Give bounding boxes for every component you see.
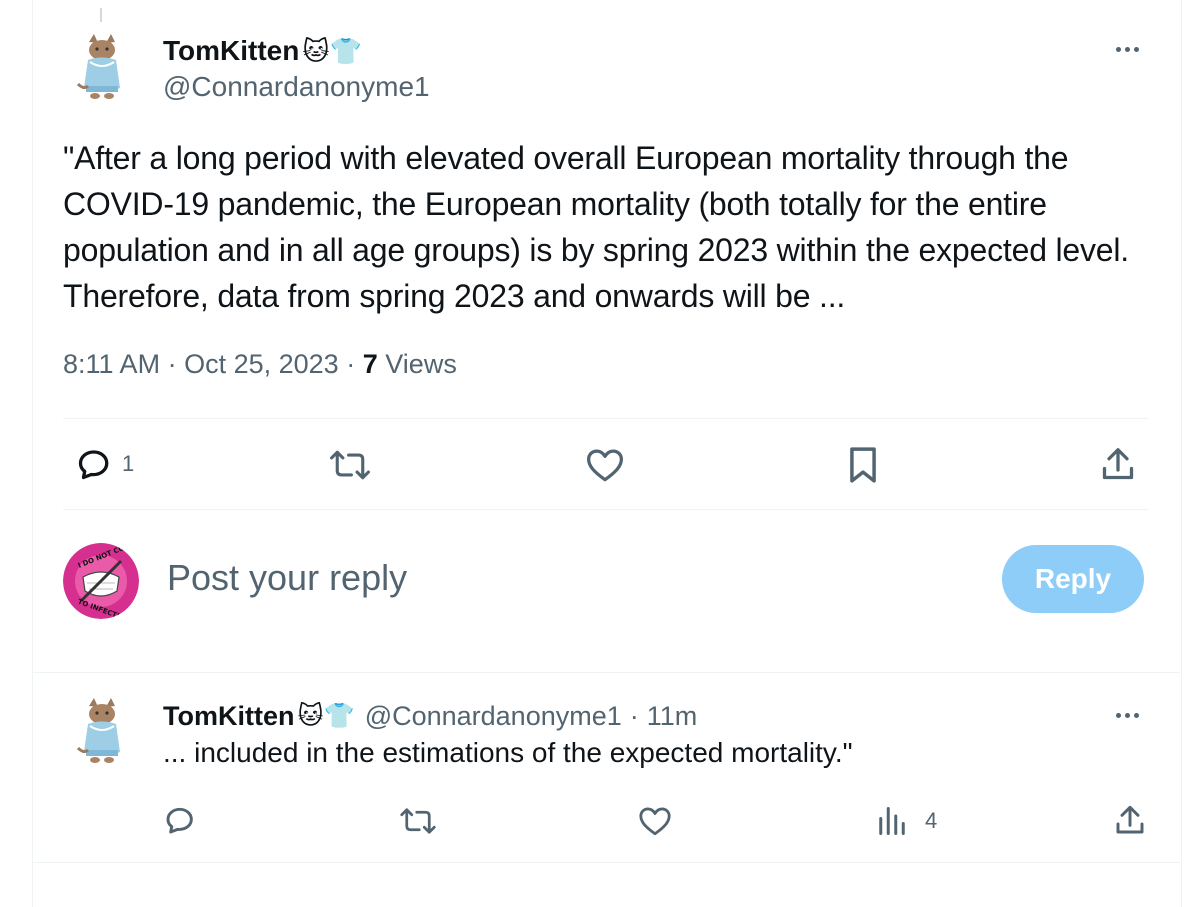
reply-header: TomKitten 🐱👕 @Connardanonyme1 · 11m [163,696,697,736]
author-avatar[interactable] [64,30,140,106]
more-options-button[interactable] [1116,47,1139,52]
thread-connector-line [100,8,102,22]
post-meta: 8:11 AM · Oct 25, 2023 · 7 Views [63,349,457,380]
reply-text: ... included in the estimations of the e… [163,737,853,768]
current-user-avatar[interactable]: I DO NOT CONSENT TO INFECTION [63,543,139,619]
reply-author-name[interactable]: TomKitten [163,701,294,732]
post-time[interactable]: 8:11 AM [63,349,160,379]
author-emoji: 🐱👕 [302,35,362,66]
reply-action[interactable]: 1 [76,446,134,482]
reply-author-avatar[interactable] [64,694,140,770]
views-label: Views [385,349,457,379]
reply-share-action[interactable] [1115,804,1145,836]
reply-author-emoji: 🐱👕 [297,702,355,730]
bookmark-icon [850,447,876,483]
bookmark-action[interactable] [848,446,878,484]
meta-separator: · [346,349,356,379]
author-name-row: TomKitten 🐱👕 [163,31,362,71]
section-separator [32,862,1180,863]
more-icon [1116,47,1121,52]
share-icon [1102,448,1134,480]
repost-action[interactable] [330,448,370,482]
divider [63,418,1148,419]
share-icon [1116,805,1144,834]
repost-icon [330,450,370,480]
share-action[interactable] [1101,446,1135,482]
repost-icon [400,808,436,834]
reply-button[interactable]: Reply [1002,545,1144,613]
like-icon [587,449,623,482]
meta-separator: · [167,349,177,379]
reply-reply-action[interactable] [164,804,196,836]
reply-like-action[interactable] [638,805,672,837]
reply-count: 1 [122,451,135,476]
reply-icon [78,450,109,480]
author-handle[interactable]: @Connardanonyme1 [163,71,430,103]
divider [63,509,1148,510]
reply-time[interactable]: 11m [647,701,698,732]
analytics-icon [879,807,905,835]
reply-repost-action[interactable] [400,806,436,836]
reply-input[interactable]: Post your reply [167,557,407,599]
reply-separator: · [629,700,639,731]
reply-views-count: 4 [925,808,938,833]
reply-author-handle[interactable]: @Connardanonyme1 [365,701,622,732]
like-action[interactable] [585,447,625,483]
post-date[interactable]: Oct 25, 2023 [184,349,339,379]
post-text: "After a long period with elevated overa… [63,140,1129,314]
reply-more-options-button[interactable] [1116,713,1139,718]
reply-analytics-action[interactable]: 4 [877,806,937,836]
more-icon [1116,713,1121,718]
reply-icon [166,807,193,834]
author-display-name[interactable]: TomKitten [163,35,299,67]
views-count: 7 [362,349,378,379]
like-icon [639,807,671,836]
section-separator [32,672,1180,673]
